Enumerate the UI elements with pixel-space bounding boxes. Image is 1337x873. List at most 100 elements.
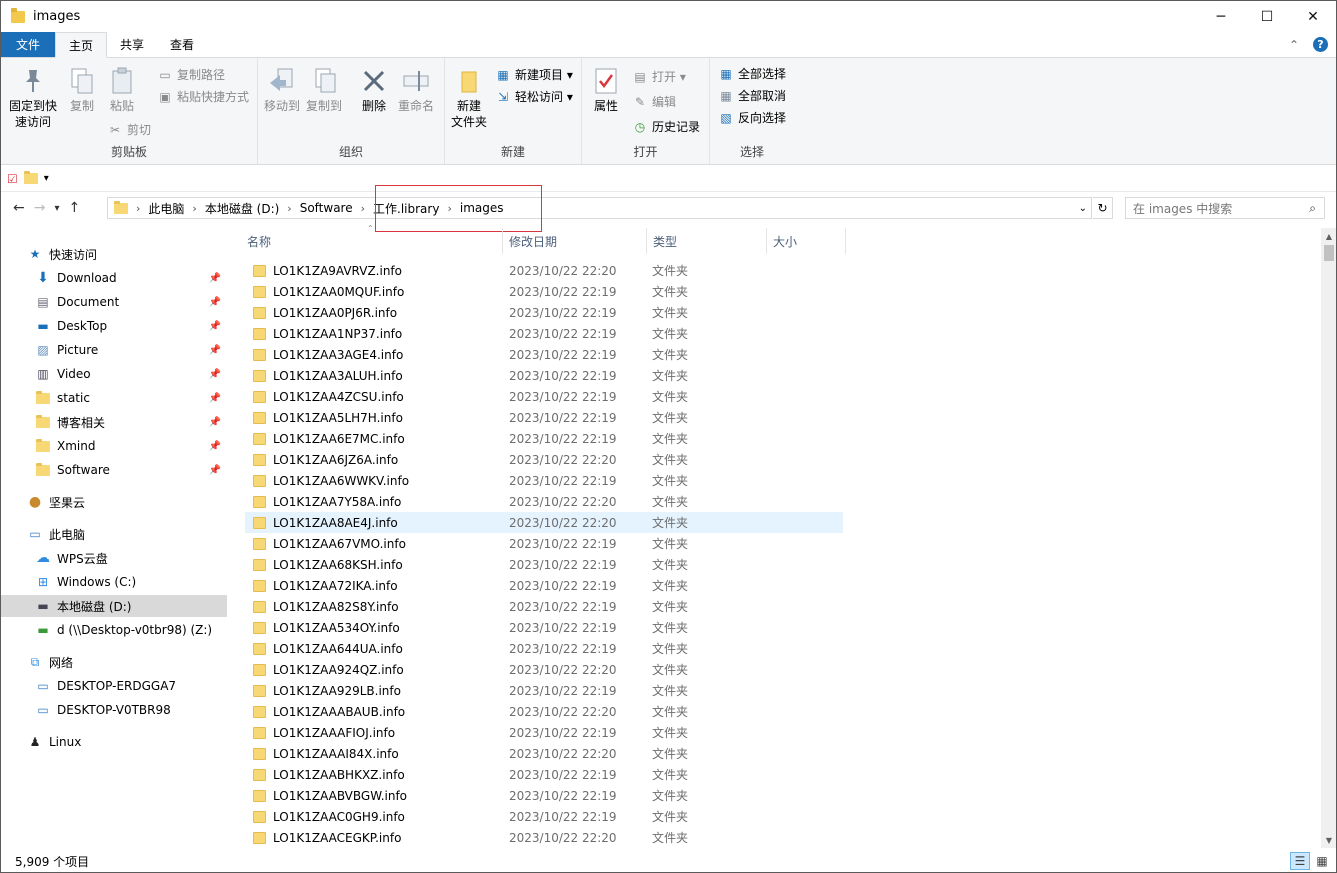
table-row[interactable]: LO1K1ZAABHKXZ.info 2023/10/22 22:19 文件夹 [245,764,843,785]
table-row[interactable]: LO1K1ZAA1NP37.info 2023/10/22 22:19 文件夹 [245,323,843,344]
nav-linux[interactable]: ♟ Linux [1,731,227,753]
table-row[interactable]: LO1K1ZAA3ALUH.info 2023/10/22 22:19 文件夹 [245,365,843,386]
table-row[interactable]: LO1K1ZAAAFIOJ.info 2023/10/22 22:19 文件夹 [245,722,843,743]
up-arrow-icon[interactable]: ↑ [69,200,81,216]
scrollbar-thumb[interactable] [1324,245,1334,261]
tab-home[interactable]: 主页 [55,32,108,58]
properties-button[interactable]: 属性 [588,66,624,114]
table-row[interactable]: LO1K1ZAACEGKP.info 2023/10/22 22:20 文件夹 [245,827,843,848]
tab-file[interactable]: 文件 [1,32,56,57]
select-all-button[interactable]: ▦ 全部选择 [718,65,786,82]
folder-icon[interactable] [23,171,38,184]
close-button[interactable]: ✕ [1290,1,1336,32]
table-row[interactable]: LO1K1ZAA0PJ6R.info 2023/10/22 22:19 文件夹 [245,302,843,323]
table-row[interactable]: LO1K1ZAA68KSH.info 2023/10/22 22:19 文件夹 [245,554,843,575]
breadcrumb-software[interactable]: Software [300,201,353,215]
table-row[interactable]: LO1K1ZAABVBGW.info 2023/10/22 22:19 文件夹 [245,785,843,806]
paste-shortcut-button[interactable]: ▣ 粘贴快捷方式 [157,88,249,105]
nav-network[interactable]: ⧉ 网络 [1,651,227,673]
invert-selection-button[interactable]: ▧ 反向选择 [718,109,786,126]
nav-item-desktop-erdgga7[interactable]: ▭ DESKTOP-ERDGGA7 [1,675,227,697]
tab-share[interactable]: 共享 [107,32,157,57]
collapse-ribbon-icon[interactable]: ⌃ [1289,38,1299,52]
breadcrumb-drive-d[interactable]: 本地磁盘 (D:) [205,200,279,217]
table-row[interactable]: LO1K1ZA9AVRVZ.info 2023/10/22 22:20 文件夹 [245,260,843,281]
vertical-scrollbar[interactable]: ▲ ▼ [1321,228,1336,848]
nav-item-picture[interactable]: ▨ Picture 📌 [1,339,227,361]
details-view-icon[interactable]: ☰ [1290,852,1310,870]
table-row[interactable]: LO1K1ZAAAI84X.info 2023/10/22 22:20 文件夹 [245,743,843,764]
address-bar[interactable]: › 此电脑 › 本地磁盘 (D:) › Software › 工作.librar… [107,197,1092,219]
table-row[interactable]: LO1K1ZAA534OY.info 2023/10/22 22:19 文件夹 [245,617,843,638]
refresh-button[interactable]: ↻ [1093,197,1113,219]
nav-item-desktop[interactable]: ▬ DeskTop 📌 [1,315,227,337]
table-row[interactable]: LO1K1ZAA3AGE4.info 2023/10/22 22:19 文件夹 [245,344,843,365]
nav-item-blog[interactable]: 博客相关 📌 [1,411,227,433]
table-row[interactable]: LO1K1ZAA67VMO.info 2023/10/22 22:19 文件夹 [245,533,843,554]
back-arrow-icon[interactable]: ← [13,200,25,216]
search-input[interactable]: 在 images 中搜索 ⌕ [1125,197,1325,219]
nav-item-static[interactable]: static 📌 [1,387,227,409]
nav-this-pc[interactable]: ▭ 此电脑 [1,523,227,545]
new-folder-button[interactable]: 新建 文件夹 [449,66,489,130]
help-icon[interactable]: ? [1313,37,1328,52]
select-none-button[interactable]: ▦ 全部取消 [718,87,786,104]
scroll-up-icon[interactable]: ▲ [1321,228,1336,244]
table-row[interactable]: LO1K1ZAA8AE4J.info 2023/10/22 22:20 文件夹 [245,512,843,533]
customize-dropdown-icon[interactable]: ▾ [44,173,49,184]
move-to-button[interactable]: 移动到 [262,66,302,114]
edit-button[interactable]: ✎ 编辑 [632,93,676,110]
copy-to-button[interactable]: 复制到 [304,66,344,114]
column-divider[interactable] [845,228,846,254]
table-row[interactable]: LO1K1ZAA7Y58A.info 2023/10/22 22:20 文件夹 [245,491,843,512]
copy-path-button[interactable]: ▭ 复制路径 [157,66,225,83]
cut-button[interactable]: ✂ 剪切 [107,121,151,138]
nav-item-drive-d[interactable]: ▬ 本地磁盘 (D:) [1,595,227,617]
table-row[interactable]: LO1K1ZAA82S8Y.info 2023/10/22 22:19 文件夹 [245,596,843,617]
table-row[interactable]: LO1K1ZAAABAUB.info 2023/10/22 22:20 文件夹 [245,701,843,722]
nav-item-document[interactable]: ▤ Document 📌 [1,291,227,313]
nav-item-desktop-v0tbr98[interactable]: ▭ DESKTOP-V0TBR98 [1,699,227,721]
copy-button[interactable]: 复制 [65,66,99,114]
scroll-down-icon[interactable]: ▼ [1321,832,1336,848]
easy-access-button[interactable]: ⇲ 轻松访问 ▾ [495,88,573,105]
table-row[interactable]: LO1K1ZAA0MQUF.info 2023/10/22 22:19 文件夹 [245,281,843,302]
column-header-type[interactable]: 类型 [647,228,767,254]
breadcrumb-this-pc[interactable]: 此电脑 [148,200,184,217]
properties-check-icon[interactable]: ☑ [7,172,18,186]
nav-item-xmind[interactable]: Xmind 📌 [1,435,227,457]
nav-item-wps-cloud[interactable]: ☁ WPS云盘 [1,547,227,569]
table-row[interactable]: LO1K1ZAA72IKA.info 2023/10/22 22:19 文件夹 [245,575,843,596]
rename-button[interactable]: 重命名 [394,66,438,114]
open-button[interactable]: ▤ 打开 ▾ [632,68,686,85]
table-row[interactable]: LO1K1ZAA924QZ.info 2023/10/22 22:20 文件夹 [245,659,843,680]
large-icons-view-icon[interactable]: ▦ [1312,852,1332,870]
table-row[interactable]: LO1K1ZAA6WWKV.info 2023/10/22 22:19 文件夹 [245,470,843,491]
nav-quick-access[interactable]: ★ 快速访问 [1,243,227,265]
table-row[interactable]: LO1K1ZAA4ZCSU.info 2023/10/22 22:19 文件夹 [245,386,843,407]
delete-button[interactable]: 删除 [356,66,392,114]
recent-dropdown-icon[interactable]: ▾ [54,203,59,214]
table-row[interactable]: LO1K1ZAA6E7MC.info 2023/10/22 22:19 文件夹 [245,428,843,449]
column-header-modified[interactable]: 修改日期 [503,228,647,254]
table-row[interactable]: LO1K1ZAAC0GH9.info 2023/10/22 22:19 文件夹 [245,806,843,827]
table-row[interactable]: LO1K1ZAA644UA.info 2023/10/22 22:19 文件夹 [245,638,843,659]
address-dropdown-icon[interactable]: ⌄ [1079,203,1087,214]
nav-nutstore[interactable]: ● 坚果云 [1,491,227,513]
nav-item-network-drive-z[interactable]: ▬ d (\\Desktop-v0tbr98) (Z:) [1,619,227,641]
minimize-button[interactable]: ─ [1198,1,1244,32]
nav-item-drive-c[interactable]: ⊞ Windows (C:) [1,571,227,593]
table-row[interactable]: LO1K1ZAA6JZ6A.info 2023/10/22 22:20 文件夹 [245,449,843,470]
forward-arrow-icon[interactable]: → [34,200,46,216]
nav-item-software[interactable]: Software 📌 [1,459,227,481]
nav-item-video[interactable]: ▥ Video 📌 [1,363,227,385]
paste-button[interactable]: 粘贴 [105,66,139,114]
nav-item-download[interactable]: ⬇ Download 📌 [1,267,227,289]
column-header-size[interactable]: 大小 [767,228,845,254]
pin-quick-access-button[interactable]: 固定到快 速访问 [7,66,59,130]
table-row[interactable]: LO1K1ZAA5LH7H.info 2023/10/22 22:19 文件夹 [245,407,843,428]
table-row[interactable]: LO1K1ZAA929LB.info 2023/10/22 22:19 文件夹 [245,680,843,701]
new-item-button[interactable]: ▦ 新建项目 ▾ [495,66,573,83]
tab-view[interactable]: 查看 [157,32,207,57]
history-button[interactable]: ◷ 历史记录 [632,118,700,135]
